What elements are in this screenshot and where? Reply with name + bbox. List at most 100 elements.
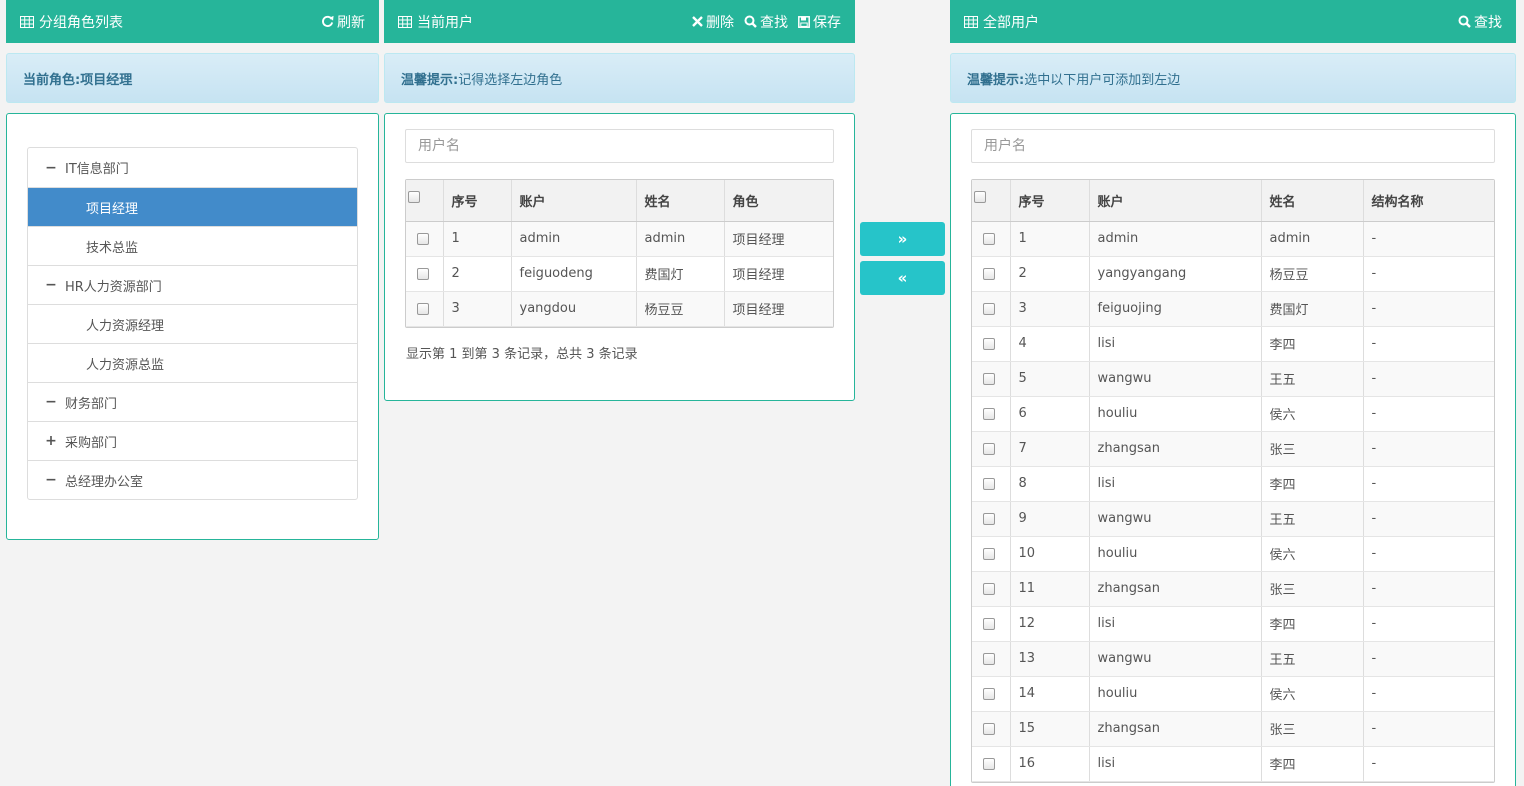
row-checkbox[interactable] [417, 232, 429, 245]
table-row[interactable]: 4 lisi 李四 - [972, 326, 1494, 362]
minus-icon[interactable]: − [43, 160, 59, 176]
tree-item-label: HR人力资源部门 [65, 279, 162, 295]
table-row[interactable]: 1 admin admin - [972, 221, 1494, 257]
row-checkbox-cell [406, 221, 444, 257]
table-cell: 14 [1010, 676, 1090, 712]
table-row[interactable]: 5 wangwu 王五 - [972, 361, 1494, 397]
table-row[interactable]: 14 houliu 侯六 - [972, 676, 1494, 712]
row-checkbox[interactable] [983, 232, 995, 245]
all-user-search-input[interactable] [971, 129, 1495, 163]
table-cell: 1 [1010, 221, 1090, 257]
column-header[interactable]: 姓名 [1261, 180, 1364, 222]
table-cell: admin [1261, 221, 1364, 257]
add-to-role-button[interactable]: » [860, 222, 945, 256]
table-row[interactable]: 8 lisi 李四 - [972, 466, 1494, 502]
role-tree-item[interactable]: 人力资源经理 [28, 304, 357, 343]
table-row[interactable]: 16 lisi 李四 - [972, 746, 1494, 782]
save-label: 保存 [813, 14, 841, 31]
table-row[interactable]: 7 zhangsan 张三 - [972, 431, 1494, 467]
table-row[interactable]: 6 houliu 侯六 - [972, 396, 1494, 432]
row-checkbox[interactable] [983, 337, 995, 350]
column-header[interactable]: 角色 [724, 180, 833, 222]
table-cell: 5 [1010, 361, 1090, 397]
select-all-checkbox[interactable] [408, 191, 420, 204]
delete-button[interactable]: 删除 [692, 12, 734, 32]
row-checkbox[interactable] [983, 477, 995, 490]
column-header[interactable]: 序号 [1010, 180, 1090, 222]
table-row[interactable]: 12 lisi 李四 - [972, 606, 1494, 642]
current-user-search-input[interactable] [405, 129, 834, 163]
table-cell: - [1363, 641, 1494, 677]
all-users-box: 序号账户姓名结构名称 1adminadmin-2yangyangang杨豆豆-3… [950, 113, 1516, 786]
table-cell: lisi [1089, 466, 1262, 502]
right-hint: 温馨提示: 选中以下用户可添加到左边 [950, 53, 1516, 103]
row-checkbox[interactable] [983, 372, 995, 385]
column-header[interactable]: 序号 [443, 180, 512, 222]
table-cell: 3 [1010, 291, 1090, 327]
department-tree-item[interactable]: + 采购部门 [28, 421, 357, 460]
minus-icon[interactable]: − [43, 394, 59, 410]
row-checkbox[interactable] [983, 652, 995, 665]
table-cell: 杨豆豆 [1261, 256, 1364, 292]
table-cell: zhangsan [1089, 431, 1262, 467]
all-users-title: 全部用户 [964, 12, 1039, 32]
table-row[interactable]: 10 houliu 侯六 - [972, 536, 1494, 572]
row-checkbox[interactable] [983, 512, 995, 525]
role-tree-item[interactable]: 技术总监 [28, 226, 357, 265]
role-tree-item[interactable]: 人力资源总监 [28, 343, 357, 382]
table-row[interactable]: 3 yangdou 杨豆豆 项目经理 [406, 291, 833, 327]
role-tree-item[interactable]: 项目经理 [28, 187, 357, 226]
row-checkbox[interactable] [417, 302, 429, 315]
current-role-label: 当前角色: [23, 72, 81, 88]
row-checkbox[interactable] [983, 582, 995, 595]
minus-icon[interactable]: − [43, 277, 59, 293]
row-checkbox[interactable] [983, 722, 995, 735]
row-checkbox[interactable] [983, 442, 995, 455]
plus-icon[interactable]: + [43, 433, 59, 449]
row-checkbox[interactable] [983, 267, 995, 280]
row-checkbox[interactable] [983, 547, 995, 560]
column-header[interactable]: 姓名 [636, 180, 725, 222]
table-row[interactable]: 2 yangyangang 杨豆豆 - [972, 256, 1494, 292]
save-button[interactable]: 保存 [798, 12, 841, 32]
row-checkbox[interactable] [983, 617, 995, 630]
minus-icon[interactable]: − [43, 472, 59, 488]
table-row[interactable]: 11 zhangsan 张三 - [972, 571, 1494, 607]
row-checkbox[interactable] [983, 687, 995, 700]
department-tree-item[interactable]: − 财务部门 [28, 382, 357, 421]
column-header[interactable]: 账户 [511, 180, 637, 222]
remove-from-role-button[interactable]: « [860, 261, 945, 295]
table-icon [20, 15, 34, 28]
table-row[interactable]: 3 feiguojing 费国灯 - [972, 291, 1494, 327]
find-button[interactable]: 查找 [744, 12, 788, 32]
table-cell: - [1363, 606, 1494, 642]
select-all-checkbox[interactable] [974, 191, 986, 204]
table-row[interactable]: 2 feiguodeng 费国灯 项目经理 [406, 256, 833, 292]
select-all-cell [972, 180, 1011, 222]
department-tree-item[interactable]: − HR人力资源部门 [28, 265, 357, 304]
row-checkbox[interactable] [417, 267, 429, 280]
all-users-find-button[interactable]: 查找 [1458, 12, 1502, 32]
department-tree-item[interactable]: − 总经理办公室 [28, 460, 357, 499]
department-tree-item[interactable]: − IT信息部门 [28, 148, 357, 187]
current-role-hint: 当前角色: 项目经理 [6, 53, 379, 103]
table-cell: wangwu [1089, 641, 1262, 677]
row-checkbox[interactable] [983, 407, 995, 420]
row-checkbox[interactable] [983, 302, 995, 315]
table-cell: 13 [1010, 641, 1090, 677]
table-cell: - [1363, 396, 1494, 432]
row-checkbox[interactable] [983, 757, 995, 770]
column-header[interactable]: 账户 [1089, 180, 1262, 222]
table-row[interactable]: 1 admin admin 项目经理 [406, 221, 833, 257]
table-row[interactable]: 9 wangwu 王五 - [972, 501, 1494, 537]
refresh-label: 刷新 [337, 14, 365, 31]
table-cell: 项目经理 [724, 221, 833, 257]
column-header[interactable]: 结构名称 [1363, 180, 1494, 222]
refresh-button[interactable]: 刷新 [321, 12, 365, 32]
table-cell: yangdou [511, 291, 637, 327]
table-cell: houliu [1089, 396, 1262, 432]
table-icon [964, 15, 978, 28]
all-users-table: 序号 账户 姓名 结构名称 1 admin admin -2 yangyangang 杨豆豆 -3… [972, 180, 1494, 782]
table-row[interactable]: 15 zhangsan 张三 - [972, 711, 1494, 747]
table-row[interactable]: 13 wangwu 王五 - [972, 641, 1494, 677]
